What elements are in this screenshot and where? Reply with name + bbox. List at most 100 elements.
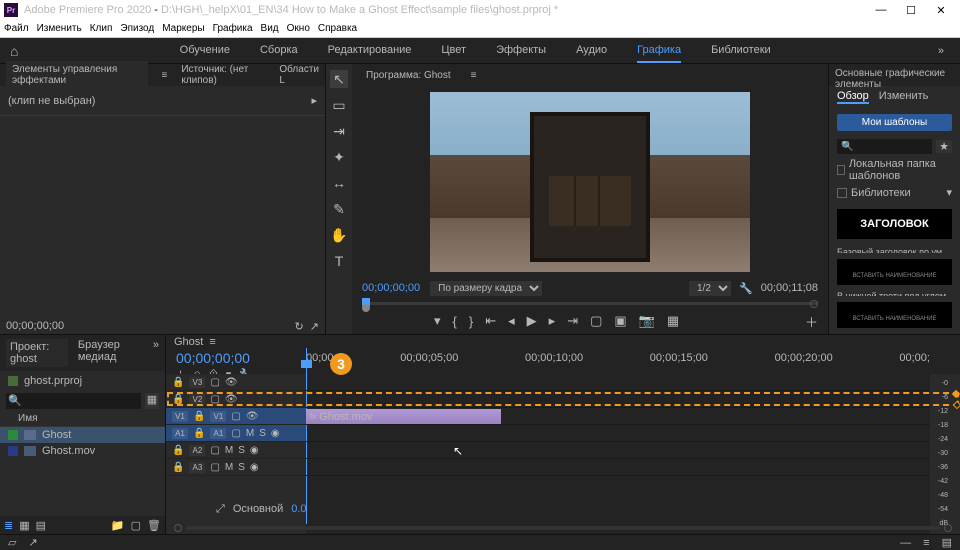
panel-menu-icon[interactable]: ≡ [465, 67, 483, 84]
eye-icon[interactable]: 👁 [225, 377, 238, 388]
project-item-seq[interactable]: Ghost [0, 427, 165, 443]
tab-effect-controls[interactable]: Элементы управления эффектами [6, 61, 148, 89]
share-icon[interactable]: ↗ [310, 321, 319, 333]
maximize-button[interactable]: ☐ [896, 4, 926, 17]
favorite-icon[interactable]: ★ [936, 140, 952, 153]
project-item-clip[interactable]: Ghost.mov [0, 443, 165, 459]
eye-icon[interactable]: 👁 [246, 411, 259, 422]
ws-audio[interactable]: Аудио [576, 39, 607, 63]
master-value[interactable]: 0.0 [291, 503, 306, 516]
program-tc[interactable]: 00;00;00;00 [362, 282, 420, 294]
menu-window[interactable]: Окно [287, 23, 310, 34]
eye-icon[interactable]: 👁 [225, 394, 238, 405]
template-thumb[interactable]: ЗАГОЛОВОК [837, 209, 952, 239]
mark-out-icon[interactable]: } [469, 314, 473, 329]
pen-tool-icon[interactable]: ✎ [330, 200, 348, 218]
program-tab[interactable]: Программа: Ghost [360, 67, 457, 84]
menu-view[interactable]: Вид [261, 23, 279, 34]
ft-icon[interactable]: ▤ [942, 536, 952, 549]
ws-color[interactable]: Цвет [441, 39, 466, 63]
track-v3[interactable]: V3 [189, 377, 205, 388]
project-search-input[interactable] [6, 393, 141, 409]
lane-a1[interactable] [306, 425, 930, 442]
step-fwd-icon[interactable]: ▸ [549, 313, 556, 329]
ws-learn[interactable]: Обучение [180, 39, 230, 63]
sequence-tab[interactable]: Ghost [174, 336, 203, 348]
mark-in-icon[interactable]: { [453, 314, 457, 329]
track-a1[interactable]: A1 [210, 428, 226, 439]
trash-icon[interactable]: 🗑 [147, 519, 161, 532]
lift-icon[interactable]: ▢ [590, 313, 602, 329]
overflow-icon[interactable]: » [153, 339, 159, 367]
ft-icon[interactable]: ↗ [28, 536, 37, 549]
menu-clip[interactable]: Клип [90, 23, 113, 34]
close-button[interactable]: ✕ [926, 4, 956, 17]
menu-sequence[interactable]: Эпизод [120, 23, 154, 34]
resolution-select[interactable]: 1/2 [689, 281, 731, 296]
ft-icon[interactable]: ≡ [923, 537, 929, 549]
ws-graphics[interactable]: Графика [637, 39, 681, 63]
lane-v3[interactable] [306, 374, 930, 391]
step-back-icon[interactable]: ◂ [508, 313, 515, 329]
program-monitor[interactable] [430, 92, 750, 272]
ws-assembly[interactable]: Сборка [260, 39, 298, 63]
ripple-tool-icon[interactable]: ⇥ [330, 122, 348, 140]
lock-icon[interactable]: 🔒 [172, 377, 184, 388]
src-v1[interactable]: V1 [172, 411, 188, 422]
src-a1[interactable]: A1 [172, 428, 188, 439]
expand-icon[interactable]: ⤢ [216, 503, 225, 516]
toggle-icon[interactable]: ▢ [231, 428, 240, 439]
mic-icon[interactable]: ◉ [250, 445, 259, 456]
icon-view-icon[interactable]: ▦ [19, 519, 29, 532]
play-icon[interactable]: ▶ [527, 313, 537, 329]
zoom-select[interactable]: По размеру кадра [430, 281, 542, 296]
menu-markers[interactable]: Маркеры [162, 23, 204, 34]
column-name[interactable]: Имя [0, 411, 165, 427]
timeline-tc[interactable]: 00;00;00;00 [176, 350, 296, 366]
track-v2[interactable]: V2 [189, 394, 205, 405]
eg-tab-edit[interactable]: Изменить [879, 90, 929, 104]
export-frame-icon[interactable]: 📷 [639, 313, 655, 329]
tab-source[interactable]: Источник: (нет клипов) [181, 64, 265, 86]
checkbox[interactable] [837, 188, 847, 198]
wrench-icon[interactable]: 🔧 [739, 282, 753, 295]
track-a3[interactable]: A3 [189, 462, 205, 473]
eg-tab-browse[interactable]: Обзор [837, 90, 869, 104]
timeline-clip[interactable]: fxGhost.mov [306, 409, 501, 424]
hand-tool-icon[interactable]: ✋ [330, 226, 348, 244]
lane-v1[interactable]: fxGhost.mov [306, 408, 930, 425]
checkbox[interactable] [837, 165, 845, 175]
add-marker-icon[interactable]: ▾ [434, 313, 441, 329]
go-in-icon[interactable]: ⇤ [485, 313, 496, 329]
ft-icon[interactable]: ▱ [8, 536, 16, 549]
menu-help[interactable]: Справка [318, 23, 357, 34]
freeform-view-icon[interactable]: ▤ [36, 519, 46, 532]
panel-menu-icon[interactable]: ≡ [162, 70, 168, 81]
toggle-icon[interactable]: ▢ [210, 394, 219, 405]
loop-icon[interactable]: ↻ [294, 321, 303, 333]
selection-tool-icon[interactable]: ↖ [330, 70, 348, 88]
list-view-icon[interactable]: ≣ [4, 519, 13, 532]
panel-menu-icon[interactable]: ≡ [209, 336, 215, 348]
ft-icon[interactable]: — [900, 537, 911, 549]
menu-edit[interactable]: Изменить [37, 23, 82, 34]
mic-icon[interactable]: ◉ [271, 428, 280, 439]
type-tool-icon[interactable]: T [330, 252, 348, 270]
program-scrubber[interactable] [362, 298, 818, 308]
menu-graphics[interactable]: Графика [213, 23, 253, 34]
toggle-icon[interactable]: ▢ [231, 411, 240, 422]
track-select-tool-icon[interactable]: ▭ [330, 96, 348, 114]
lock-icon[interactable]: 🔒 [172, 445, 184, 456]
vertical-scrollbar[interactable] [950, 374, 960, 534]
new-bin-icon[interactable]: 📁 [111, 519, 125, 532]
template-thumb[interactable]: ВСТАВИТЬ НАИМЕНОВАНИЕ [837, 302, 952, 328]
eg-search-input[interactable] [837, 139, 932, 154]
slip-tool-icon[interactable]: ↔ [330, 174, 348, 192]
minimize-button[interactable]: — [866, 4, 896, 16]
chevron-down-icon[interactable]: ▾ [946, 186, 952, 199]
tab-areas[interactable]: Области L [279, 64, 319, 86]
playhead-icon[interactable] [301, 360, 312, 368]
ws-overflow-icon[interactable]: » [932, 45, 950, 57]
extract-icon[interactable]: ▣ [614, 313, 626, 329]
button-editor-icon[interactable]: ＋ [805, 312, 828, 331]
